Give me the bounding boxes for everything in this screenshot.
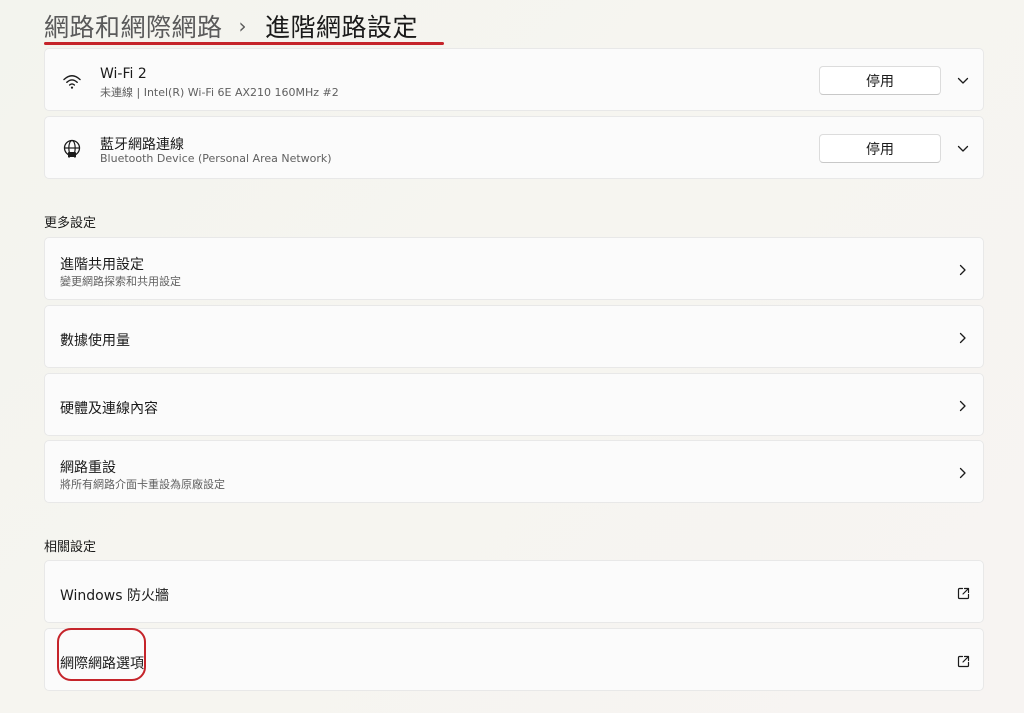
settings-item-subtitle: 變更網路探索和共用設定 — [60, 275, 181, 288]
settings-item-windows-firewall[interactable]: Windows 防火牆 — [44, 560, 984, 623]
disable-wifi-button[interactable]: 停用 — [819, 66, 941, 95]
settings-item-hardware-properties[interactable]: 硬體及連線內容 — [44, 373, 984, 436]
settings-item-title: 進階共用設定 — [60, 257, 144, 273]
annotation-underline — [44, 42, 444, 45]
external-link-icon — [955, 585, 971, 601]
chevron-right-icon — [955, 330, 971, 346]
settings-item-network-reset[interactable]: 網路重設 將所有網路介面卡重設為原廠設定 — [44, 440, 984, 503]
external-link-icon — [955, 653, 971, 669]
settings-item-subtitle: 將所有網路介面卡重設為原廠設定 — [60, 478, 225, 491]
breadcrumb-parent-link[interactable]: 網路和網際網路 — [44, 8, 223, 44]
adapter-card-bluetooth[interactable]: 藍牙網路連線 Bluetooth Device (Personal Area N… — [44, 116, 984, 179]
settings-item-advanced-sharing[interactable]: 進階共用設定 變更網路探索和共用設定 — [44, 237, 984, 300]
settings-item-title: 數據使用量 — [60, 333, 130, 349]
settings-item-title: 網路重設 — [60, 460, 116, 476]
breadcrumb-separator: › — [238, 14, 248, 38]
adapter-name: Wi-Fi 2 — [100, 66, 147, 82]
section-heading-related-settings: 相關設定 — [44, 540, 97, 555]
settings-item-internet-options[interactable]: 網際網路選項 — [44, 628, 984, 691]
wifi-icon — [61, 70, 83, 92]
page-title: 進階網路設定 — [265, 13, 419, 42]
chevron-down-icon[interactable] — [955, 73, 971, 89]
breadcrumb: 網路和網際網路 › 進階網路設定 — [44, 6, 418, 46]
adapter-detail: Bluetooth Device (Personal Area Network) — [100, 152, 332, 165]
section-heading-more-settings: 更多設定 — [44, 216, 97, 231]
adapter-card-wifi[interactable]: Wi-Fi 2 未連線 | Intel(R) Wi-Fi 6E AX210 16… — [44, 48, 984, 111]
adapter-name: 藍牙網路連線 — [100, 137, 184, 153]
chevron-right-icon — [955, 465, 971, 481]
chevron-right-icon — [955, 398, 971, 414]
settings-item-title: 硬體及連線內容 — [60, 401, 158, 417]
adapter-detail: 未連線 | Intel(R) Wi-Fi 6E AX210 160MHz #2 — [100, 86, 339, 99]
settings-item-title: Windows 防火牆 — [60, 588, 169, 604]
disable-bluetooth-button[interactable]: 停用 — [819, 134, 941, 163]
settings-item-data-usage[interactable]: 數據使用量 — [44, 305, 984, 368]
chevron-down-icon[interactable] — [955, 141, 971, 157]
chevron-right-icon — [955, 262, 971, 278]
settings-item-title: 網際網路選項 — [60, 656, 144, 672]
globe-network-icon — [61, 138, 83, 160]
